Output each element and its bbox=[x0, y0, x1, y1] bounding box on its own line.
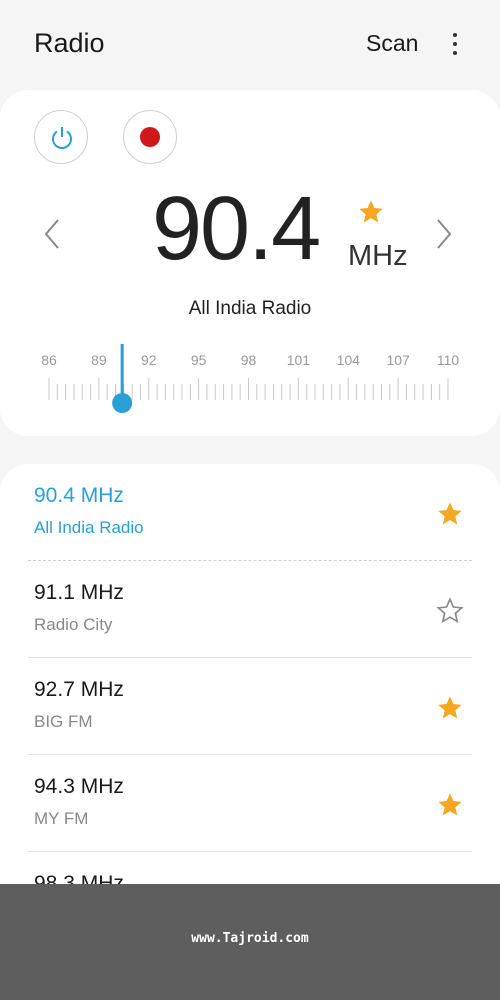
favorite-star-icon[interactable] bbox=[436, 500, 464, 528]
station-row[interactable]: 91.1 MHz Radio City bbox=[28, 561, 472, 658]
favorite-star-outline-icon[interactable] bbox=[436, 597, 464, 625]
station-row[interactable]: 90.4 MHz All India Radio bbox=[28, 464, 472, 561]
tuner-scale[interactable] bbox=[0, 90, 500, 436]
station-frequency: 98.3 MHz bbox=[34, 872, 124, 884]
footer-bar: www.Tajroid.com bbox=[0, 884, 500, 1000]
station-row[interactable]: 94.3 MHz MY FM bbox=[28, 755, 472, 852]
favorite-star-icon[interactable] bbox=[436, 694, 464, 722]
app-title: Radio bbox=[34, 28, 105, 58]
station-name: BIG FM bbox=[34, 712, 93, 731]
station-row[interactable]: 98.3 MHz bbox=[28, 852, 472, 884]
favorite-star-icon[interactable] bbox=[436, 791, 464, 819]
station-name: All India Radio bbox=[34, 518, 144, 537]
station-frequency: 91.1 MHz bbox=[34, 581, 124, 604]
station-row[interactable]: 92.7 MHz BIG FM bbox=[28, 658, 472, 755]
tuner-knob[interactable] bbox=[112, 393, 133, 413]
more-options-icon[interactable] bbox=[443, 30, 467, 62]
tuner-card: 90.4 MHz All India Radio 86 89 92 95 98 101 10… bbox=[0, 90, 500, 436]
station-frequency: 94.3 MHz bbox=[34, 775, 124, 798]
station-list: 90.4 MHz All India Radio 91.1 MHz Radio … bbox=[0, 464, 500, 884]
station-frequency: 90.4 MHz bbox=[34, 484, 124, 507]
station-name: MY FM bbox=[34, 809, 89, 828]
station-frequency: 92.7 MHz bbox=[34, 678, 124, 701]
watermark-text: www.Tajroid.com bbox=[191, 931, 309, 946]
app-bar: Radio Scan bbox=[0, 0, 500, 90]
station-name: Radio City bbox=[34, 615, 113, 634]
scan-button[interactable]: Scan bbox=[366, 30, 418, 57]
